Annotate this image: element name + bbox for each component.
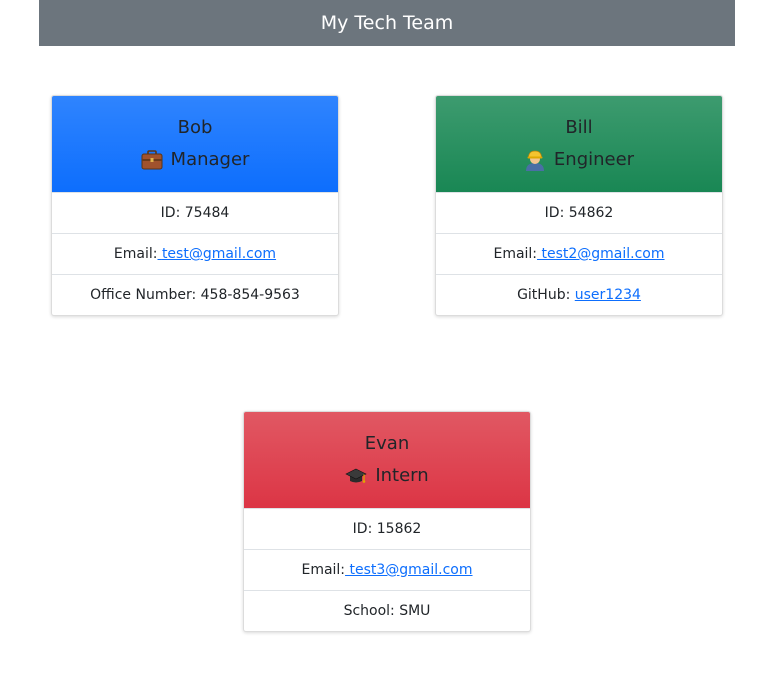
- employee-role: Manager: [141, 148, 250, 172]
- email-label: Email:: [493, 246, 538, 262]
- employee-id: 54862: [568, 205, 614, 221]
- role-label: Manager: [170, 149, 250, 170]
- page-header: My Tech Team: [39, 0, 735, 46]
- employee-name: Evan: [364, 433, 410, 454]
- employee-id-row: ID: 75484: [52, 192, 338, 233]
- page-title: My Tech Team: [320, 12, 454, 34]
- graduation-cap-icon: [345, 465, 367, 487]
- employee-id-row: ID: 15862: [244, 508, 530, 549]
- email-link[interactable]: test3@gmail.com: [345, 562, 472, 578]
- employee-role: Engineer: [524, 148, 634, 172]
- school-row: School: SMU: [244, 590, 530, 631]
- github-row: GitHub: user1234: [436, 274, 722, 315]
- employee-email-row: Email: test3@gmail.com: [244, 549, 530, 590]
- employee-card-engineer: Bill Engineer ID: 54862 Email: test2@gma…: [435, 95, 723, 316]
- email-link[interactable]: test2@gmail.com: [537, 246, 664, 262]
- card-header: Bob Manager: [52, 96, 338, 192]
- employee-id: 75484: [184, 205, 230, 221]
- role-label: Intern: [375, 465, 429, 486]
- email-label: Email:: [301, 562, 346, 578]
- email-label: Email:: [113, 246, 158, 262]
- employee-name: Bill: [565, 117, 593, 138]
- construction-worker-icon: [524, 149, 546, 171]
- briefcase-icon: [141, 149, 163, 171]
- github-label: GitHub:: [517, 287, 571, 303]
- card-header: Bill Engineer: [436, 96, 722, 192]
- employee-id-row: ID: 54862: [436, 192, 722, 233]
- github-link[interactable]: user1234: [575, 287, 641, 303]
- employee-card-manager: Bob Manager ID: 75484 Email: test@gmail.…: [51, 95, 339, 316]
- school-value: SMU: [399, 603, 431, 619]
- school-label: School:: [343, 603, 395, 619]
- card-header: Evan Intern: [244, 412, 530, 508]
- id-label: ID:: [544, 205, 565, 221]
- office-number-row: Office Number: 458-854-9563: [52, 274, 338, 315]
- email-link[interactable]: test@gmail.com: [157, 246, 276, 262]
- employee-id: 15862: [376, 521, 422, 537]
- employee-role: Intern: [345, 464, 429, 488]
- id-label: ID:: [160, 205, 181, 221]
- employee-email-row: Email: test@gmail.com: [52, 233, 338, 274]
- office-number-label: Office Number:: [90, 287, 197, 303]
- role-label: Engineer: [553, 149, 635, 170]
- office-number-value: 458-854-9563: [200, 287, 300, 303]
- id-label: ID:: [352, 521, 373, 537]
- employee-name: Bob: [177, 117, 213, 138]
- employee-email-row: Email: test2@gmail.com: [436, 233, 722, 274]
- employee-card-intern: Evan Intern ID: 15862 Email: test3@gmail…: [243, 411, 531, 632]
